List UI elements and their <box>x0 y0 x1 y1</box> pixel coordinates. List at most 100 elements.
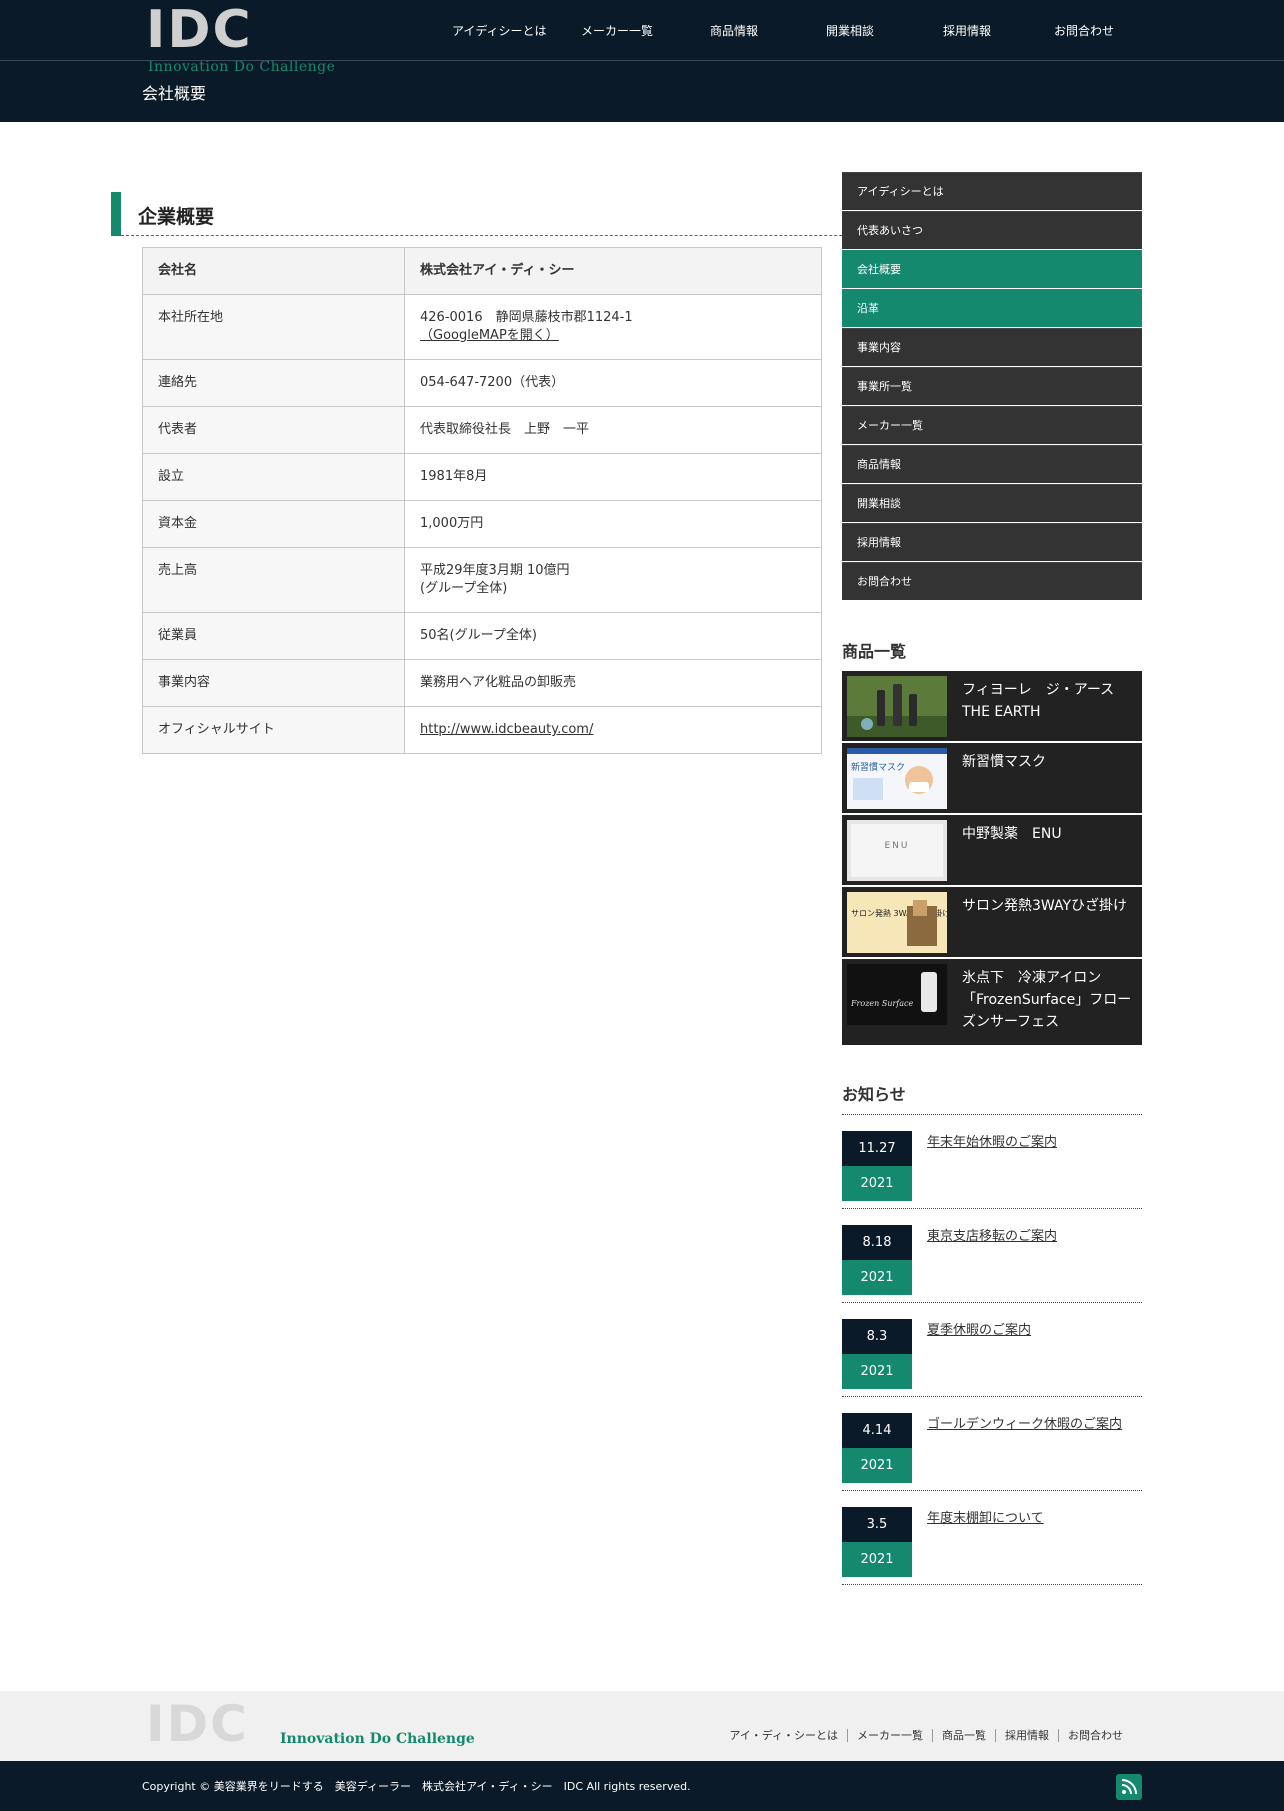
svg-text:新習慣マスク: 新習慣マスク <box>851 761 905 773</box>
side-menu-item-offices[interactable]: 事業所一覧 <box>842 367 1142 405</box>
site-footer: IDC Innovation Do Challenge アイ・ディ・シーとは メー… <box>0 1691 1284 1811</box>
news-title-link[interactable]: 年末年始休暇のご案内 <box>927 1131 1057 1150</box>
table-row: オフィシャルサイト http://www.idcbeauty.com/ <box>142 706 822 754</box>
table-key: 資本金 <box>142 500 405 548</box>
product-item[interactable]: Frozen Surface 氷点下 冷凍アイロン「FrozenSurface」… <box>842 959 1142 1045</box>
copyright-text: Copyright © 美容業界をリードする 美容ディーラー 株式会社アイ・ディ… <box>142 1780 691 1793</box>
table-row: 会社名 株式会社アイ・ディ・シー <box>142 247 822 295</box>
side-menu-item-products[interactable]: 商品情報 <box>842 445 1142 483</box>
bottles-photo <box>847 676 947 737</box>
svg-text:Frozen Surface: Frozen Surface <box>850 999 914 1008</box>
nav-item-about[interactable]: アイディシーとは <box>452 22 547 39</box>
table-key: オフィシャルサイト <box>142 706 405 754</box>
table-key: 従業員 <box>142 612 405 660</box>
table-value: 代表取締役社長 上野 一平 <box>404 406 822 454</box>
header-divider <box>0 60 1284 61</box>
table-value: 054-647-7200（代表） <box>404 359 822 407</box>
table-key: 会社名 <box>142 247 405 295</box>
global-nav: アイディシーとは メーカー一覧 商品情報 開業相談 採用情報 お問合わせ <box>420 22 1140 42</box>
product-item[interactable]: フィヨーレ ジ・アース THE EARTH <box>842 671 1142 741</box>
news-date: 8.3 <box>842 1319 912 1354</box>
table-key: 設立 <box>142 453 405 501</box>
site-logo[interactable]: IDC Innovation Do Challenge <box>146 0 366 76</box>
footer-nav-makers[interactable]: メーカー一覧 <box>847 1729 932 1742</box>
table-key: 売上高 <box>142 547 405 613</box>
nav-item-consult[interactable]: 開業相談 <box>826 22 874 39</box>
footer-nav-recruit[interactable]: 採用情報 <box>995 1729 1058 1742</box>
footer-nav-contact[interactable]: お問合わせ <box>1058 1729 1132 1742</box>
nav-item-contact[interactable]: お問合わせ <box>1054 22 1114 39</box>
side-menu: アイディシーとは 代表あいさつ 会社概要 沿革 事業内容 事業所一覧 メーカー一… <box>842 172 1142 601</box>
table-value: http://www.idcbeauty.com/ <box>404 706 822 754</box>
site-header: IDC Innovation Do Challenge アイディシーとは メーカ… <box>0 0 1284 122</box>
table-row: 売上高 平成29年度3月期 10億円 (グループ全体) <box>142 547 822 613</box>
news-year: 2021 <box>842 1448 912 1483</box>
table-value: 426-0016 静岡県藤枝市郡1124-1 （GoogleMAPを開く） <box>404 294 822 360</box>
official-site-link[interactable]: http://www.idcbeauty.com/ <box>420 722 593 737</box>
side-menu-item-history[interactable]: 沿革 <box>842 289 1142 327</box>
table-row: 連絡先 054-647-7200（代表） <box>142 359 822 407</box>
table-row: 資本金 1,000万円 <box>142 500 822 548</box>
news-date: 3.5 <box>842 1507 912 1542</box>
table-value: 1,000万円 <box>404 500 822 548</box>
svg-text:ENU: ENU <box>884 841 909 851</box>
section-title-text: 企業概要 <box>138 206 215 228</box>
blanket-photo: サロン発熱 3WAY ひざ掛け <box>847 892 947 953</box>
product-item[interactable]: サロン発熱 3WAY ひざ掛け サロン発熱3WAYひざ掛け <box>842 887 1142 957</box>
section-title: 企業概要 <box>111 192 927 237</box>
side-menu-item-company[interactable]: 会社概要 <box>842 250 1142 288</box>
footer-logo-wordmark: IDC <box>146 1695 249 1753</box>
product-list: フィヨーレ ジ・アース THE EARTH 新習慣マスク 新習慣マスク ENU … <box>842 671 1142 1047</box>
footer-nav-about[interactable]: アイ・ディ・シーとは <box>720 1729 847 1742</box>
product-name: フィヨーレ ジ・アース THE EARTH <box>962 682 1115 720</box>
rss-icon[interactable] <box>1116 1774 1142 1800</box>
footer-nav: アイ・ディ・シーとは メーカー一覧 商品一覧 採用情報 お問合わせ <box>720 1724 1132 1742</box>
side-menu-item-recruit[interactable]: 採用情報 <box>842 523 1142 561</box>
copyright-bar: Copyright © 美容業界をリードする 美容ディーラー 株式会社アイ・ディ… <box>0 1761 1284 1811</box>
iron-photo: Frozen Surface <box>847 964 947 1025</box>
footer-nav-products[interactable]: 商品一覧 <box>932 1729 995 1742</box>
footer-logo[interactable]: IDC Innovation Do Challenge <box>146 1695 506 1753</box>
news-date: 11.27 <box>842 1131 912 1166</box>
address-text: 426-0016 静岡県藤枝市郡1124-1 <box>420 310 633 325</box>
side-menu-item-business[interactable]: 事業内容 <box>842 328 1142 366</box>
side-menu-item-about[interactable]: アイディシーとは <box>842 172 1142 210</box>
news-item: 3.5 2021 年度末棚卸について <box>842 1491 1142 1585</box>
news-year: 2021 <box>842 1166 912 1201</box>
page-title: 会社概要 <box>142 84 207 103</box>
product-item[interactable]: 新習慣マスク 新習慣マスク <box>842 743 1142 813</box>
side-menu-item-greeting[interactable]: 代表あいさつ <box>842 211 1142 249</box>
product-name: 中野製薬 ENU <box>962 826 1062 842</box>
news-year: 2021 <box>842 1354 912 1389</box>
table-row: 事業内容 業務用ヘア化粧品の卸販売 <box>142 659 822 707</box>
news-list: 11.27 2021 年末年始休暇のご案内 8.18 2021 東京支店移転のご… <box>842 1114 1142 1585</box>
table-value: 1981年8月 <box>404 453 822 501</box>
side-menu-item-consult[interactable]: 開業相談 <box>842 484 1142 522</box>
news-year: 2021 <box>842 1260 912 1295</box>
side-menu-item-makers[interactable]: メーカー一覧 <box>842 406 1142 444</box>
news-item: 4.14 2021 ゴールデンウィーク休暇のご案内 <box>842 1397 1142 1491</box>
table-key: 連絡先 <box>142 359 405 407</box>
title-accent-bar <box>111 192 121 236</box>
product-name: サロン発熱3WAYひざ掛け <box>962 898 1128 914</box>
nav-item-makers[interactable]: メーカー一覧 <box>581 22 653 39</box>
side-menu-item-contact[interactable]: お問合わせ <box>842 562 1142 600</box>
product-item[interactable]: ENU 中野製薬 ENU <box>842 815 1142 885</box>
news-date: 4.14 <box>842 1413 912 1448</box>
nav-item-recruit[interactable]: 採用情報 <box>943 22 991 39</box>
product-name: 新習慣マスク <box>962 754 1046 770</box>
news-title-link[interactable]: 東京支店移転のご案内 <box>927 1225 1057 1244</box>
enu-box-photo: ENU <box>847 820 947 881</box>
table-key: 代表者 <box>142 406 405 454</box>
news-title-link[interactable]: ゴールデンウィーク休暇のご案内 <box>927 1413 1122 1432</box>
table-value: 平成29年度3月期 10億円 (グループ全体) <box>404 547 822 613</box>
table-key: 本社所在地 <box>142 294 405 360</box>
news-title-link[interactable]: 年度末棚卸について <box>927 1507 1044 1526</box>
table-row: 代表者 代表取締役社長 上野 一平 <box>142 406 822 454</box>
mask-photo: 新習慣マスク <box>847 748 947 809</box>
logo-tagline: Innovation Do Challenge <box>148 59 336 75</box>
table-value: 業務用ヘア化粧品の卸販売 <box>404 659 822 707</box>
nav-item-products[interactable]: 商品情報 <box>710 22 758 39</box>
news-title-link[interactable]: 夏季休暇のご案内 <box>927 1319 1031 1338</box>
google-map-link[interactable]: （GoogleMAPを開く） <box>420 328 559 343</box>
